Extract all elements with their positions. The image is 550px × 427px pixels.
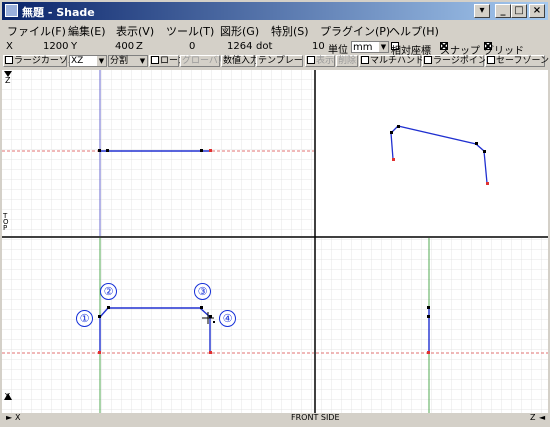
large-cursor-label: ラージカーソル bbox=[14, 56, 77, 66]
local-toggle[interactable]: ローカル bbox=[149, 55, 196, 67]
checkbox-icon[interactable] bbox=[361, 56, 369, 64]
view-label-bar: ► X FRONT SIDE Z ◄ bbox=[2, 413, 548, 425]
template-button[interactable]: テンプレート bbox=[256, 55, 312, 67]
split-select[interactable]: 分割 ▼ bbox=[108, 55, 148, 67]
control-point[interactable] bbox=[98, 149, 101, 152]
view-toolbar: ラージカーソル XZ ▼ 分割 ▼ ローカル グローバル 数値入力 テンプレート 表… bbox=[3, 55, 549, 68]
delete-button[interactable]: 削除 bbox=[336, 55, 358, 67]
checkbox-icon[interactable] bbox=[424, 56, 432, 64]
control-point[interactable] bbox=[107, 306, 110, 309]
unit-select[interactable]: mm ▼ bbox=[351, 41, 389, 53]
view-area[interactable]: Z TOP Y bbox=[2, 70, 548, 413]
x-value: 1200 bbox=[43, 41, 69, 52]
show-toggle[interactable]: 表示 bbox=[305, 55, 335, 67]
checkbox-icon[interactable] bbox=[151, 56, 159, 64]
side-view-grid[interactable] bbox=[316, 238, 548, 413]
control-point[interactable] bbox=[427, 306, 430, 309]
large-point-toggle[interactable]: ラージポイント bbox=[422, 55, 496, 67]
top-view-grid[interactable] bbox=[2, 70, 314, 236]
annotation-1: ① bbox=[76, 310, 93, 327]
viewport-canvas[interactable] bbox=[2, 70, 548, 413]
checkbox-icon[interactable] bbox=[487, 56, 495, 64]
front-axis-y-label: Y bbox=[5, 392, 10, 401]
unit-number: 10 bbox=[312, 41, 325, 52]
dot-unit: dot bbox=[256, 41, 273, 52]
title-bar[interactable]: 無題 - Shade ▾ _ □ × bbox=[2, 2, 548, 20]
dot-value: 1264 bbox=[227, 41, 253, 52]
numeric-input-button[interactable]: 数値入力 bbox=[221, 55, 259, 67]
arrow-right-icon: ► bbox=[6, 413, 13, 422]
menu-edit[interactable]: 編集(E) bbox=[68, 23, 106, 39]
z-label: Z bbox=[136, 41, 143, 52]
menu-plugin[interactable]: プラグイン(P) bbox=[320, 23, 390, 39]
multi-handle-toggle[interactable]: マルチハンドル bbox=[359, 55, 433, 67]
app-icon[interactable] bbox=[5, 4, 18, 17]
shade-window: 無題 - Shade ▾ _ □ × ファイル(F) 編集(E) 表示(V) ツ… bbox=[0, 0, 550, 427]
global-button[interactable]: グローバル bbox=[180, 55, 227, 67]
menu-special[interactable]: 特別(S) bbox=[271, 23, 309, 39]
chevron-down-icon[interactable]: ▼ bbox=[138, 56, 147, 66]
menu-view[interactable]: 表示(V) bbox=[116, 23, 154, 39]
unit-label: 単位 bbox=[328, 45, 348, 56]
menu-tools[interactable]: ツール(T) bbox=[166, 23, 214, 39]
top-axis-z-label: Z bbox=[5, 76, 11, 85]
arrow-left-icon: ◄ bbox=[539, 413, 546, 422]
control-point-end[interactable] bbox=[392, 158, 395, 161]
plane-select[interactable]: XZ ▼ bbox=[69, 55, 107, 67]
front-side-label: FRONT SIDE bbox=[291, 413, 340, 422]
annotation-3: ③ bbox=[194, 283, 211, 300]
menu-file[interactable]: ファイル(F) bbox=[7, 23, 66, 39]
control-point-end[interactable] bbox=[209, 149, 212, 152]
control-point[interactable] bbox=[106, 149, 109, 152]
menu-bar: ファイル(F) 編集(E) 表示(V) ツール(T) 図形(G) 特別(S) プ… bbox=[2, 21, 548, 39]
annotation-2: ② bbox=[100, 283, 117, 300]
top-view-label: TOP bbox=[3, 212, 9, 232]
menu-help[interactable]: ヘルプ(H) bbox=[389, 23, 439, 39]
bottom-x-label: X bbox=[15, 413, 21, 422]
minimize-button[interactable]: _ bbox=[495, 4, 511, 18]
annotation-4: ④ bbox=[219, 310, 236, 327]
y-value: 400 bbox=[115, 41, 135, 52]
safe-zone-label: セーフゾーン bbox=[496, 56, 550, 66]
control-point[interactable] bbox=[200, 306, 203, 309]
control-point-end[interactable] bbox=[209, 351, 212, 354]
dropdown-icon[interactable]: ▾ bbox=[474, 4, 490, 18]
control-point[interactable] bbox=[98, 315, 101, 318]
split-select-value: 分割 bbox=[110, 56, 129, 66]
window-title: 無題 - Shade bbox=[22, 6, 95, 19]
chevron-down-icon[interactable]: ▼ bbox=[97, 56, 106, 66]
control-point-end[interactable] bbox=[486, 182, 489, 185]
control-point[interactable] bbox=[475, 142, 478, 145]
close-button[interactable]: × bbox=[529, 4, 545, 18]
z-value: 0 bbox=[189, 41, 196, 52]
control-point[interactable] bbox=[397, 125, 400, 128]
checkbox-icon[interactable] bbox=[5, 56, 13, 64]
plane-select-value: XZ bbox=[71, 56, 84, 66]
coordinate-bar: X 1200 Y 400 Z 0 1264 dot 10 単位 mm ▼ 相対座… bbox=[3, 40, 547, 57]
unit-select-value: mm bbox=[353, 42, 373, 53]
control-point-end[interactable] bbox=[427, 351, 430, 354]
control-point[interactable] bbox=[200, 149, 203, 152]
menu-shape[interactable]: 図形(G) bbox=[220, 23, 259, 39]
control-point[interactable] bbox=[483, 150, 486, 153]
checkbox-icon[interactable] bbox=[307, 56, 315, 64]
large-cursor-toggle[interactable]: ラージカーソル bbox=[3, 55, 77, 67]
x-label: X bbox=[6, 41, 13, 52]
control-point[interactable] bbox=[427, 315, 430, 318]
maximize-button[interactable]: □ bbox=[511, 4, 527, 18]
chevron-down-icon[interactable]: ▼ bbox=[379, 42, 388, 52]
bottom-z-label: Z bbox=[530, 413, 536, 422]
safe-zone-toggle[interactable]: セーフゾーン bbox=[485, 55, 549, 67]
front-view-grid[interactable] bbox=[2, 238, 314, 413]
y-label: Y bbox=[71, 41, 78, 52]
control-point[interactable] bbox=[390, 131, 393, 134]
show-label: 表示 bbox=[316, 56, 335, 66]
control-point-end[interactable] bbox=[98, 351, 101, 354]
